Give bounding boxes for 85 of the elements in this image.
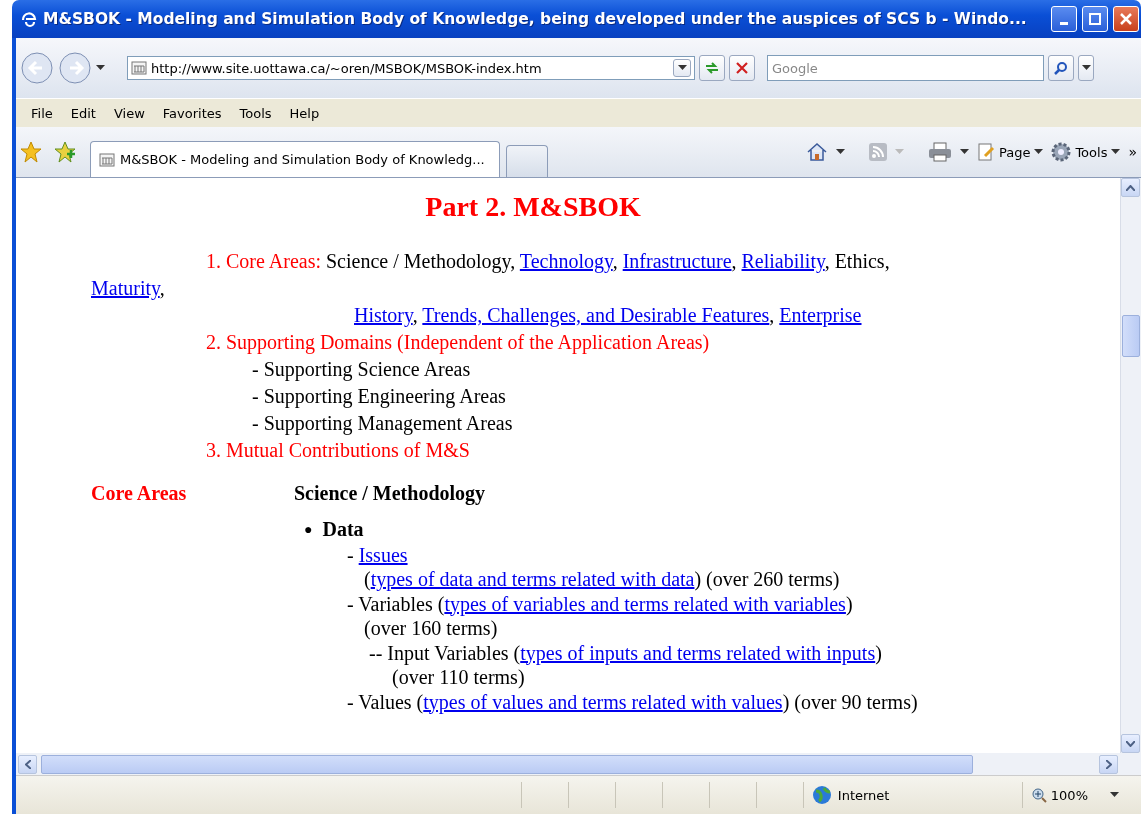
- text-line: - Issues: [347, 543, 408, 566]
- gear-icon: [1051, 142, 1072, 162]
- caret-icon[interactable]: [1081, 65, 1091, 71]
- search-field[interactable]: Google: [767, 55, 1044, 81]
- search-options-button[interactable]: [1078, 55, 1094, 81]
- globe-icon: [811, 785, 832, 805]
- text-line: - Supporting Science Areas: [252, 358, 471, 380]
- text-line: - Variables (types of variables and terms related with variables): [347, 592, 853, 615]
- text-line: -- Input Variables (types of inputs and terms related with inputs): [369, 641, 882, 664]
- link[interactable]: Issues: [358, 543, 408, 566]
- text-line: (over 160 terms): [364, 617, 498, 639]
- caret-icon[interactable]: [959, 149, 969, 155]
- search-icon: [1054, 61, 1068, 75]
- text-line: 1. Core Areas: Science / Methodology, Technology, Infrastructure, Reliability, Ethics,: [206, 250, 890, 272]
- caret-icon[interactable]: [1110, 792, 1119, 798]
- link[interactable]: types of inputs and terms related with inputs: [520, 641, 876, 664]
- text-line: Data: [322, 518, 364, 540]
- text-line: - Supporting Engineering Areas: [252, 385, 506, 407]
- page-pencil-icon: [976, 143, 995, 161]
- maximize-icon: [1089, 13, 1101, 25]
- address-field[interactable]: http://www.site.uottawa.ca/~oren/MSBOK/MSBOK-index.htm: [127, 56, 695, 80]
- zoom-icon: [1030, 787, 1047, 803]
- history-dropdown-button[interactable]: [96, 65, 105, 71]
- stop-icon: [736, 62, 748, 74]
- security-zone-label: Internet: [837, 787, 890, 803]
- text-line: - Values (types of values and terms related with values) (over 90 terms): [347, 690, 918, 713]
- text-line: (types of data and terms related with data) (over 260 terms): [364, 568, 840, 590]
- link[interactable]: types of variables and terms related with variables: [444, 592, 846, 615]
- text-line: - Supporting Management Areas: [252, 412, 513, 434]
- close-button[interactable]: [1113, 6, 1139, 32]
- text-line: 2. Supporting Domains (Independent of the Application Areas): [206, 331, 710, 353]
- scroll-thumb[interactable]: [1122, 314, 1140, 357]
- stop-button[interactable]: [729, 55, 755, 81]
- menu-item[interactable]: View: [104, 103, 154, 123]
- minimize-icon: [1060, 21, 1068, 25]
- printer-icon[interactable]: [927, 142, 952, 162]
- link[interactable]: Technology: [519, 250, 613, 272]
- menu-item[interactable]: Favorites: [153, 103, 231, 123]
- menu-item[interactable]: Edit: [61, 103, 105, 123]
- maximize-button[interactable]: [1082, 6, 1108, 32]
- menu-item[interactable]: File: [22, 103, 62, 123]
- minimize-button[interactable]: [1051, 6, 1077, 32]
- caret-icon[interactable]: [1034, 149, 1044, 155]
- star-icon[interactable]: [20, 141, 42, 163]
- refresh-button[interactable]: [699, 55, 725, 81]
- home-icon[interactable]: [805, 142, 828, 162]
- text-line: (over 110 terms): [392, 666, 525, 688]
- section-label: Core Areas: [91, 482, 188, 505]
- text-line: Maturity,: [91, 277, 165, 299]
- zoom-button[interactable]: 100%: [1021, 782, 1141, 808]
- page-icon: [99, 151, 115, 168]
- refresh-icon: [704, 61, 720, 75]
- link[interactable]: Infrastructure: [622, 250, 732, 272]
- page-heading: Part 2. M&SBOK: [425, 191, 641, 222]
- tools-menu-button[interactable]: Tools: [1051, 142, 1121, 162]
- browser-logo-icon: [20, 10, 38, 28]
- window-title: M&SBOK - Modeling and Simulation Body of Knowledge, being developed under the auspices of SCS b - Windo...: [43, 10, 1028, 28]
- page-icon: [131, 60, 147, 76]
- menu-item[interactable]: Tools: [230, 103, 281, 123]
- back-button[interactable]: [20, 51, 54, 85]
- vertical-scrollbar[interactable]: [1120, 178, 1141, 753]
- more-commands-button[interactable]: »: [1128, 144, 1137, 160]
- link[interactable]: Maturity: [91, 277, 160, 299]
- section-title: Science / Methodology: [294, 482, 486, 505]
- dropdown-button[interactable]: [673, 59, 691, 77]
- caret-icon: [894, 149, 904, 155]
- scrollbar-corner: [1120, 753, 1141, 775]
- text-line: 3. Mutual Contributions of M&S: [206, 439, 470, 461]
- link[interactable]: Reliability: [741, 250, 825, 272]
- bullet-icon: ●: [304, 522, 313, 537]
- caret-icon[interactable]: [1111, 149, 1121, 155]
- link[interactable]: Enterprise: [779, 304, 862, 326]
- scroll-thumb[interactable]: [41, 754, 973, 774]
- menu-item[interactable]: Help: [280, 103, 329, 123]
- close-icon: [1120, 13, 1132, 25]
- text-line: History, Trends, Challenges, and Desirable Features, Enterprise: [354, 304, 862, 326]
- search-button[interactable]: [1048, 55, 1074, 81]
- link[interactable]: types of values and terms related with values: [423, 690, 783, 713]
- add-favorite-star-icon[interactable]: [54, 141, 76, 163]
- caret-icon[interactable]: [677, 65, 687, 71]
- link[interactable]: History: [354, 304, 413, 326]
- caret-icon[interactable]: [835, 149, 845, 155]
- browser-tab[interactable]: M&SBOK - Modeling and Simulation Body of Knowledg...: [90, 141, 500, 177]
- horizontal-scrollbar[interactable]: [16, 753, 1120, 775]
- page-menu-button[interactable]: Page: [976, 143, 1044, 161]
